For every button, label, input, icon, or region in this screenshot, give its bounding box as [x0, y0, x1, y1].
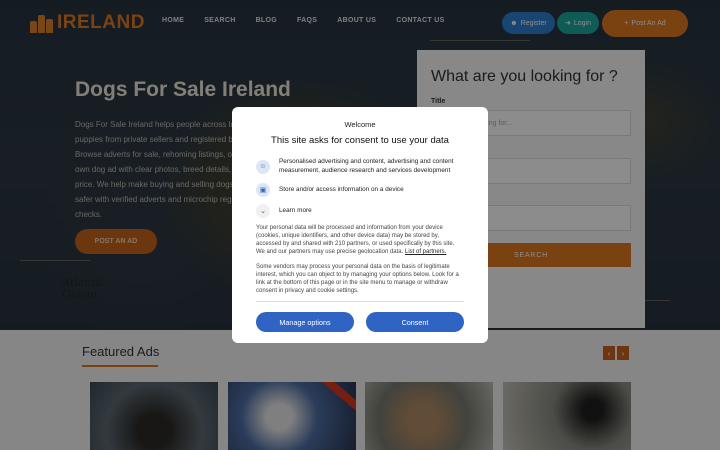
partners-link[interactable]: List of partners.: [405, 249, 446, 255]
learn-more-label: Learn more: [279, 206, 312, 214]
dialog-divider: [256, 301, 464, 302]
purpose-text: Store and/or access information on a dev…: [279, 185, 404, 193]
consent-button[interactable]: Consent: [366, 312, 464, 332]
purpose-row: ☺ Personalised advertising and content, …: [256, 158, 469, 175]
consent-dialog: Welcome This site asks for consent to us…: [232, 107, 488, 343]
consent-paragraph: Your personal data will be processed and…: [256, 224, 464, 256]
dialog-site-name: Welcome: [344, 120, 376, 129]
purpose-text: Personalised advertising and content, ad…: [279, 158, 454, 174]
dialog-heading: This site asks for consent to use your d…: [271, 135, 449, 146]
person-icon: ☺: [256, 159, 270, 174]
manage-options-button[interactable]: Manage options: [256, 312, 354, 332]
legitimate-interest-paragraph: Some vendors may process your personal d…: [256, 264, 459, 294]
learn-more-toggle[interactable]: ⌄ Learn more: [256, 204, 469, 218]
purpose-row: ▣ Store and/or access information on a d…: [256, 183, 469, 197]
chevron-down-icon: ⌄: [256, 204, 270, 218]
device-icon: ▣: [256, 183, 270, 197]
